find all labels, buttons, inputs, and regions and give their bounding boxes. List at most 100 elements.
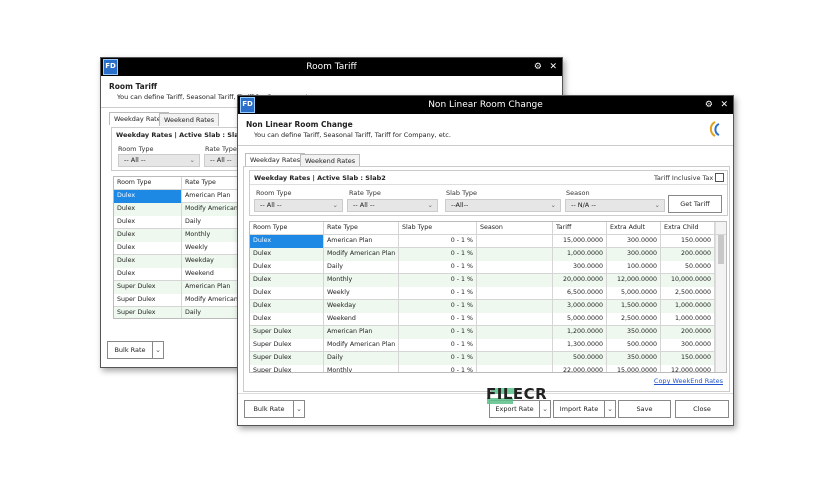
table-cell[interactable]: 0 - 1 %	[399, 313, 477, 326]
column-header[interactable]: Season	[477, 222, 553, 235]
tab-weekend-rates[interactable]: Weekend Rates	[159, 113, 220, 126]
table-cell[interactable]: 3,000.0000	[553, 300, 607, 313]
import-rate-button[interactable]: Import Rate	[553, 400, 605, 418]
table-row[interactable]: Dulex American Plan 0 - 1 % 15,000.0000 300.…	[250, 235, 726, 248]
table-cell[interactable]: 0 - 1 %	[399, 235, 477, 248]
table-cell[interactable]: 10,000.0000	[661, 274, 715, 287]
table-cell[interactable]: 150.0000	[661, 235, 715, 248]
settings-icon[interactable]: ⚙	[534, 58, 542, 76]
room-type-select[interactable]: -- All -- ⌄	[254, 199, 343, 212]
table-cell[interactable]: Dulex	[250, 313, 324, 326]
table-row[interactable]: Dulex Weekday 0 - 1 % 3,000.0000 1,500.0000 1…	[250, 300, 726, 313]
table-cell[interactable]: 200.0000	[661, 248, 715, 261]
table-cell[interactable]: Weekend	[324, 313, 399, 326]
table-cell[interactable]: Super Dulex	[114, 294, 182, 307]
table-row[interactable]: Super Dulex American Plan 0 - 1 % 1,200.000…	[250, 326, 726, 339]
table-cell[interactable]	[477, 326, 553, 339]
table-cell[interactable]: 300.0000	[607, 235, 661, 248]
table-cell[interactable]: 350.0000	[607, 352, 661, 365]
tab-weekday-rates[interactable]: Weekday Rates	[245, 153, 306, 166]
table-cell[interactable]	[477, 365, 553, 372]
table-cell[interactable]	[477, 235, 553, 248]
table-cell[interactable]: Super Dulex	[250, 326, 324, 339]
copy-weekend-rates-link[interactable]: Copy WeekEnd Rates	[654, 377, 723, 385]
table-cell[interactable]: Dulex	[250, 274, 324, 287]
table-cell[interactable]: 100.0000	[607, 261, 661, 274]
table-cell[interactable]: Dulex	[114, 216, 182, 229]
season-select[interactable]: -- N/A -- ⌄	[565, 199, 665, 212]
table-cell[interactable]: 22,000.0000	[553, 365, 607, 372]
get-tariff-button[interactable]: Get Tariff	[668, 195, 722, 213]
table-cell[interactable]: Monthly	[324, 365, 399, 372]
table-cell[interactable]: 12,000.0000	[607, 274, 661, 287]
table-cell[interactable]: Super Dulex	[114, 281, 182, 294]
table-cell[interactable]	[477, 248, 553, 261]
table-cell[interactable]: Super Dulex	[250, 352, 324, 365]
table-cell[interactable]	[477, 261, 553, 274]
table-cell[interactable]: 0 - 1 %	[399, 365, 477, 372]
table-cell[interactable]: 300.0000	[607, 248, 661, 261]
table-row[interactable]: Dulex Monthly 0 - 1 % 20,000.0000 12,000.000…	[250, 274, 726, 287]
import-rate-dropdown[interactable]: ⌄	[604, 400, 616, 418]
bulk-rate-dropdown[interactable]: ⌄	[152, 341, 164, 359]
table-cell[interactable]: 1,500.0000	[607, 300, 661, 313]
column-header[interactable]: Room Type	[250, 222, 324, 235]
room-type-select[interactable]: -- All -- ⌄	[118, 154, 200, 167]
table-row[interactable]: Dulex Weekly 0 - 1 % 6,500.0000 5,000.0000 2,…	[250, 287, 726, 300]
table-cell[interactable]: 50.0000	[661, 261, 715, 274]
bulk-rate-dropdown[interactable]: ⌄	[293, 400, 305, 418]
table-cell[interactable]: 0 - 1 %	[399, 261, 477, 274]
table-row[interactable]: Dulex Daily 0 - 1 % 300.0000 100.0000 50.0000	[250, 261, 726, 274]
table-cell[interactable]: 500.0000	[607, 339, 661, 352]
table-cell[interactable]: Weekly	[324, 287, 399, 300]
table-cell[interactable]	[477, 339, 553, 352]
table-cell[interactable]: Modify American Plan	[324, 248, 399, 261]
table-cell[interactable]: 20,000.0000	[553, 274, 607, 287]
table-row[interactable]: Dulex Modify American Plan 0 - 1 % 1,000.00…	[250, 248, 726, 261]
column-header[interactable]: Extra Child	[661, 222, 715, 235]
table-cell[interactable]: 0 - 1 %	[399, 326, 477, 339]
table-cell[interactable]: 15,000.0000	[553, 235, 607, 248]
table-cell[interactable]: Daily	[324, 261, 399, 274]
table-cell[interactable]: 300.0000	[661, 339, 715, 352]
table-cell[interactable]: Daily	[324, 352, 399, 365]
table-cell[interactable]: American Plan	[324, 326, 399, 339]
table-cell[interactable]: Super Dulex	[250, 365, 324, 372]
table-cell[interactable]: Dulex	[114, 268, 182, 281]
table-cell[interactable]: 2,500.0000	[661, 287, 715, 300]
table-cell[interactable]: 0 - 1 %	[399, 274, 477, 287]
table-row[interactable]: Super Dulex Monthly 0 - 1 % 22,000.0000 15,0…	[250, 365, 726, 372]
table-cell[interactable]: 150.0000	[661, 352, 715, 365]
table-cell[interactable]: Dulex	[114, 242, 182, 255]
table-row[interactable]: Dulex Weekend 0 - 1 % 5,000.0000 2,500.0000 1…	[250, 313, 726, 326]
table-cell[interactable]: 1,200.0000	[553, 326, 607, 339]
table-cell[interactable]: 1,000.0000	[661, 313, 715, 326]
column-header[interactable]: Slab Type	[399, 222, 477, 235]
table-cell[interactable]: 6,500.0000	[553, 287, 607, 300]
table-cell[interactable]: 0 - 1 %	[399, 248, 477, 261]
save-button[interactable]: Save	[618, 400, 671, 418]
table-cell[interactable]: 2,500.0000	[607, 313, 661, 326]
table-row[interactable]: Super Dulex Modify American Plan 0 - 1 % 1,…	[250, 339, 726, 352]
table-cell[interactable]: Dulex	[114, 203, 182, 216]
column-header[interactable]: Rate Type	[324, 222, 399, 235]
table-cell[interactable]: 1,300.0000	[553, 339, 607, 352]
bulk-rate-button[interactable]: Bulk Rate	[244, 400, 294, 418]
table-cell[interactable]: 200.0000	[661, 326, 715, 339]
tariff-inclusive-tax-checkbox[interactable]	[715, 173, 724, 182]
table-cell[interactable]: Super Dulex	[250, 339, 324, 352]
table-cell[interactable]: 12,000.0000	[661, 365, 715, 372]
bulk-rate-button[interactable]: Bulk Rate	[107, 341, 153, 359]
table-scrollbar[interactable]	[715, 222, 726, 372]
table-cell[interactable]: Monthly	[324, 274, 399, 287]
close-button[interactable]: Close	[675, 400, 729, 418]
table-cell[interactable]: 5,000.0000	[553, 313, 607, 326]
close-icon[interactable]: ✕	[720, 96, 728, 114]
table-cell[interactable]	[477, 287, 553, 300]
table-cell[interactable]: 350.0000	[607, 326, 661, 339]
table-cell[interactable]: 5,000.0000	[607, 287, 661, 300]
close-icon[interactable]: ✕	[549, 58, 557, 76]
table-cell[interactable]: 1,000.0000	[553, 248, 607, 261]
table-cell[interactable]: Super Dulex	[114, 307, 182, 318]
table-cell[interactable]: 300.0000	[553, 261, 607, 274]
